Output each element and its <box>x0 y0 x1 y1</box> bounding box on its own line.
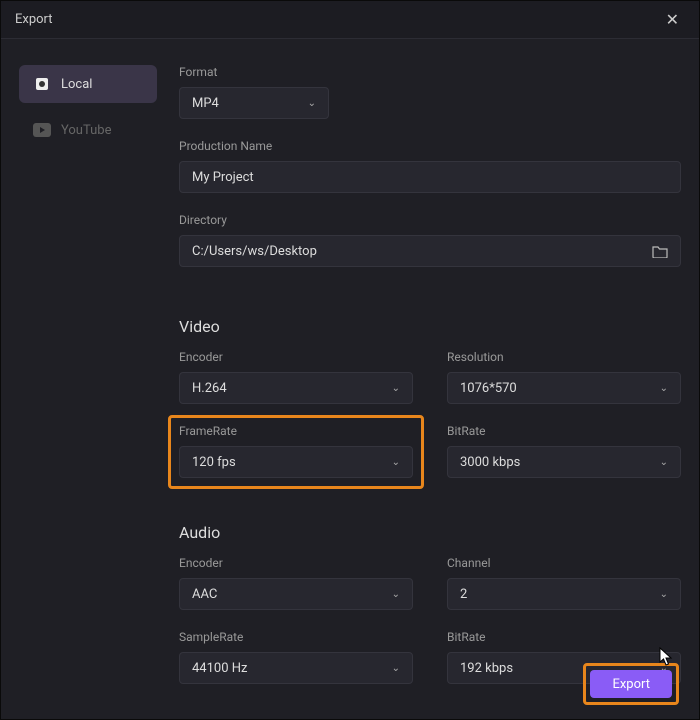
chevron-down-icon: ⌄ <box>392 589 400 600</box>
export-button[interactable]: Export <box>590 670 672 698</box>
audio-encoder-field: Encoder AAC ⌄ <box>179 556 413 610</box>
audio-bitrate-label: BitRate <box>447 630 681 644</box>
sidebar-item-local[interactable]: Local <box>19 65 157 103</box>
production-name-field: Production Name My Project <box>179 139 681 193</box>
close-icon[interactable]: ✕ <box>660 6 685 33</box>
video-row-2: FrameRate 120 fps ⌄ BitRate 3000 kbps ⌄ <box>179 424 681 501</box>
samplerate-value: 44100 Hz <box>192 661 247 676</box>
chevron-down-icon: ⌄ <box>660 457 668 468</box>
video-section-title: Video <box>179 317 681 336</box>
format-label: Format <box>179 65 681 79</box>
resolution-select[interactable]: 1076*570 ⌄ <box>447 372 681 404</box>
chevron-down-icon: ⌄ <box>392 457 400 468</box>
directory-field: Directory C:/Users/ws/Desktop <box>179 213 681 267</box>
video-encoder-select[interactable]: H.264 ⌄ <box>179 372 413 404</box>
chevron-down-icon: ⌄ <box>392 383 400 394</box>
export-button-highlight: Export <box>583 663 679 705</box>
audio-encoder-value: AAC <box>192 587 217 602</box>
framerate-label: FrameRate <box>179 424 413 438</box>
production-name-label: Production Name <box>179 139 681 153</box>
video-row-1: Encoder H.264 ⌄ Resolution 1076*570 ⌄ <box>179 350 681 424</box>
framerate-highlight: FrameRate 120 fps ⌄ <box>168 415 424 489</box>
audio-section-title: Audio <box>179 523 681 542</box>
sidebar-item-youtube[interactable]: YouTube <box>19 111 157 149</box>
channel-value: 2 <box>460 587 467 602</box>
samplerate-select[interactable]: 44100 Hz ⌄ <box>179 652 413 684</box>
format-field: Format MP4 ⌄ <box>179 65 681 119</box>
video-encoder-label: Encoder <box>179 350 413 364</box>
audio-row-1: Encoder AAC ⌄ Channel 2 ⌄ <box>179 556 681 630</box>
footer: Export <box>583 663 679 705</box>
export-dialog: Export ✕ Local YouTube Format MP4 <box>0 0 700 720</box>
content: Local YouTube Format MP4 ⌄ Production Na… <box>1 39 699 719</box>
resolution-field: Resolution 1076*570 ⌄ <box>447 350 681 404</box>
framerate-col: FrameRate 120 fps ⌄ <box>179 424 413 501</box>
disk-icon <box>33 77 51 91</box>
youtube-icon <box>33 123 51 137</box>
samplerate-field: SampleRate 44100 Hz ⌄ <box>179 630 413 684</box>
channel-select[interactable]: 2 ⌄ <box>447 578 681 610</box>
chevron-down-icon: ⌄ <box>660 383 668 394</box>
folder-icon[interactable] <box>652 244 668 258</box>
directory-label: Directory <box>179 213 681 227</box>
chevron-down-icon: ⌄ <box>660 589 668 600</box>
production-name-value: My Project <box>192 170 254 185</box>
video-encoder-field: Encoder H.264 ⌄ <box>179 350 413 404</box>
samplerate-label: SampleRate <box>179 630 413 644</box>
channel-field: Channel 2 ⌄ <box>447 556 681 610</box>
video-encoder-value: H.264 <box>192 381 227 396</box>
window-title: Export <box>15 12 53 27</box>
video-bitrate-select[interactable]: 3000 kbps ⌄ <box>447 446 681 478</box>
format-value: MP4 <box>192 96 219 111</box>
audio-bitrate-value: 192 kbps <box>460 661 513 676</box>
directory-input[interactable]: C:/Users/ws/Desktop <box>179 235 681 267</box>
chevron-down-icon: ⌄ <box>308 98 316 109</box>
video-bitrate-field: BitRate 3000 kbps ⌄ <box>447 424 681 481</box>
framerate-select[interactable]: 120 fps ⌄ <box>179 446 413 478</box>
titlebar: Export ✕ <box>1 1 699 39</box>
video-bitrate-label: BitRate <box>447 424 681 438</box>
sidebar-item-label: YouTube <box>61 123 112 138</box>
format-select[interactable]: MP4 ⌄ <box>179 87 329 119</box>
framerate-value: 120 fps <box>192 455 236 470</box>
resolution-label: Resolution <box>447 350 681 364</box>
audio-encoder-select[interactable]: AAC ⌄ <box>179 578 413 610</box>
sidebar: Local YouTube <box>19 65 157 701</box>
sidebar-item-label: Local <box>61 77 92 92</box>
directory-value: C:/Users/ws/Desktop <box>192 244 317 259</box>
framerate-field: FrameRate 120 fps ⌄ <box>179 424 413 478</box>
resolution-value: 1076*570 <box>460 381 517 396</box>
audio-encoder-label: Encoder <box>179 556 413 570</box>
video-bitrate-value: 3000 kbps <box>460 455 520 470</box>
main-panel: Format MP4 ⌄ Production Name My Project … <box>157 65 681 701</box>
production-name-input[interactable]: My Project <box>179 161 681 193</box>
channel-label: Channel <box>447 556 681 570</box>
chevron-down-icon: ⌄ <box>392 663 400 674</box>
